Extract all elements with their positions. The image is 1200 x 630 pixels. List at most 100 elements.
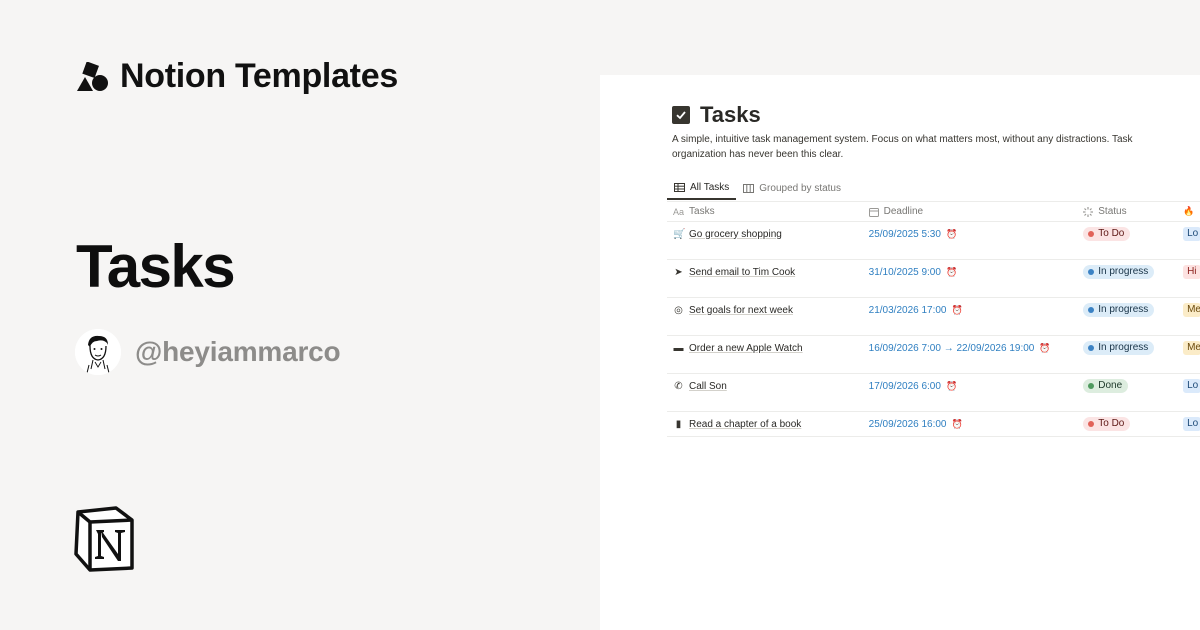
table-header: Aa Tasks Deadline Status 🔥 — [667, 202, 1200, 222]
status-dot — [1088, 231, 1095, 237]
priority-cell[interactable]: Lo — [1177, 227, 1200, 241]
status-badge: In progress — [1083, 341, 1155, 355]
deadline-value: 31/10/2025 9:00 — [868, 266, 941, 278]
notion-preview-panel: Tasks A simple, intuitive task managemen… — [600, 75, 1200, 630]
task-name[interactable]: Set goals for next week — [689, 305, 793, 316]
table-row[interactable]: ◎ Set goals for next week 21/03/2026 17:… — [667, 298, 1200, 336]
priority-badge: Me — [1183, 341, 1200, 355]
view-tabs: All Tasks Grouped by status — [667, 176, 848, 201]
status-dot — [1088, 421, 1095, 427]
fire-icon: 🔥 — [1183, 206, 1195, 216]
avatar-illustration-icon — [75, 329, 121, 375]
deadline-cell[interactable]: 25/09/2026 16:00 ⏰ — [863, 417, 1078, 431]
priority-badge: Me — [1183, 303, 1200, 317]
column-header-status[interactable]: Status — [1077, 206, 1177, 217]
database-title: Tasks — [672, 102, 761, 128]
priority-cell[interactable]: Lo — [1177, 417, 1200, 431]
table-row[interactable]: ▬ Order a new Apple Watch 16/09/2026 7:0… — [667, 336, 1200, 374]
brand[interactable]: Notion Templates — [76, 57, 398, 96]
phone-icon: ✆ — [674, 380, 683, 392]
cart-icon: 🛒 — [673, 228, 686, 240]
hero-title: Tasks — [76, 233, 236, 300]
avatar — [75, 329, 121, 375]
tab-label: All Tasks — [690, 181, 730, 193]
task-cell[interactable]: ◎ Set goals for next week — [667, 303, 863, 317]
status-dot — [1088, 307, 1095, 313]
task-name[interactable]: Read a chapter of a book — [689, 419, 801, 430]
priority-cell[interactable]: Me — [1177, 303, 1200, 317]
priority-cell[interactable]: Lo — [1177, 379, 1200, 393]
shapes-logo-icon — [77, 61, 108, 91]
task-name[interactable]: Go grocery shopping — [689, 229, 782, 240]
status-cell[interactable]: In progress — [1077, 265, 1177, 279]
status-cell[interactable]: In progress — [1077, 303, 1177, 317]
task-cell[interactable]: ➤ Send email to Tim Cook — [667, 265, 863, 279]
table-row[interactable]: ➤ Send email to Tim Cook 31/10/2025 9:00… — [667, 260, 1200, 298]
brand-name: Notion Templates — [120, 57, 398, 95]
deadline-cell[interactable]: 17/09/2026 6:00 ⏰ — [863, 379, 1078, 393]
status-badge: To Do — [1083, 227, 1131, 241]
laptop-icon: ▬ — [673, 342, 684, 354]
checkbox-icon — [672, 106, 690, 124]
column-header-tasks[interactable]: Aa Tasks — [667, 206, 863, 217]
alarm-clock-icon: ⏰ — [945, 228, 958, 239]
status-dot — [1088, 345, 1095, 351]
task-name[interactable]: Order a new Apple Watch — [689, 343, 803, 354]
status-badge: In progress — [1083, 303, 1155, 317]
priority-cell[interactable]: Me — [1177, 341, 1200, 355]
notion-logo-icon — [74, 506, 134, 572]
deadline-cell[interactable]: 16/09/2026 7:00 → 22/09/2026 19:00 ⏰ — [863, 341, 1078, 355]
status-cell[interactable]: To Do — [1077, 227, 1177, 241]
task-cell[interactable]: ✆ Call Son — [667, 379, 863, 393]
alarm-clock-icon: ⏰ — [945, 266, 958, 277]
tab-grouped-by-status[interactable]: Grouped by status — [736, 176, 848, 200]
task-cell[interactable]: ▬ Order a new Apple Watch — [667, 341, 863, 355]
status-cell[interactable]: To Do — [1077, 417, 1177, 431]
column-header-deadline[interactable]: Deadline — [863, 206, 1078, 217]
status-dot — [1088, 383, 1095, 389]
status-cell[interactable]: Done — [1077, 379, 1177, 393]
author-handle: @heyiammarco — [135, 336, 341, 367]
book-icon: ▮ — [675, 418, 682, 430]
alarm-clock-icon: ⏰ — [945, 380, 958, 391]
deadline-value: 21/03/2026 17:00 — [868, 304, 947, 316]
author[interactable]: @heyiammarco — [75, 329, 341, 375]
deadline-cell[interactable]: 25/09/2025 5:30 ⏰ — [863, 227, 1078, 241]
status-badge: Done — [1083, 379, 1129, 393]
task-name[interactable]: Send email to Tim Cook — [689, 267, 795, 278]
task-cell[interactable]: 🛒 Go grocery shopping — [667, 227, 863, 241]
table-row[interactable]: ✆ Call Son 17/09/2026 6:00 ⏰ Done Lo — [667, 374, 1200, 412]
board-icon — [743, 183, 755, 193]
priority-badge: Hi — [1183, 265, 1200, 279]
table-icon — [674, 182, 685, 192]
alarm-clock-icon: ⏰ — [951, 418, 963, 429]
table-row[interactable]: ▮ Read a chapter of a book 25/09/2026 16… — [667, 412, 1200, 437]
deadline-value: 16/09/2026 7:00 → 22/09/2026 19:00 — [868, 342, 1035, 354]
priority-cell[interactable]: Hi — [1177, 265, 1200, 279]
target-icon: ◎ — [674, 304, 683, 316]
alarm-clock-icon: ⏰ — [1039, 342, 1051, 353]
tab-all-tasks[interactable]: All Tasks — [667, 176, 737, 200]
task-cell[interactable]: ▮ Read a chapter of a book — [667, 417, 863, 431]
status-dot — [1088, 269, 1095, 275]
tab-label: Grouped by status — [759, 182, 841, 194]
table-row[interactable]: 🛒 Go grocery shopping 25/09/2025 5:30 ⏰ … — [667, 222, 1200, 260]
table-body: 🛒 Go grocery shopping 25/09/2025 5:30 ⏰ … — [667, 222, 1200, 437]
status-badge: To Do — [1083, 417, 1131, 431]
status-cell[interactable]: In progress — [1077, 341, 1177, 355]
paper-plane-icon: ➤ — [674, 266, 683, 278]
deadline-cell[interactable]: 31/10/2025 9:00 ⏰ — [863, 265, 1078, 279]
status-badge: In progress — [1083, 265, 1155, 279]
status-icon — [1083, 206, 1094, 217]
deadline-value: 25/09/2026 16:00 — [868, 418, 947, 430]
database-description: A simple, intuitive task management syst… — [672, 134, 1133, 160]
task-name[interactable]: Call Son — [689, 381, 727, 392]
column-header-priority[interactable]: 🔥 — [1177, 206, 1200, 217]
tasks-table: Aa Tasks Deadline Status 🔥 🛒 Go grocery … — [667, 201, 1200, 437]
deadline-value: 17/09/2026 6:00 — [868, 380, 941, 392]
priority-badge: Lo — [1183, 227, 1200, 241]
alarm-clock-icon: ⏰ — [951, 304, 963, 315]
priority-badge: Lo — [1183, 417, 1200, 431]
deadline-cell[interactable]: 21/03/2026 17:00 ⏰ — [863, 303, 1078, 317]
database-title-text: Tasks — [700, 102, 761, 127]
